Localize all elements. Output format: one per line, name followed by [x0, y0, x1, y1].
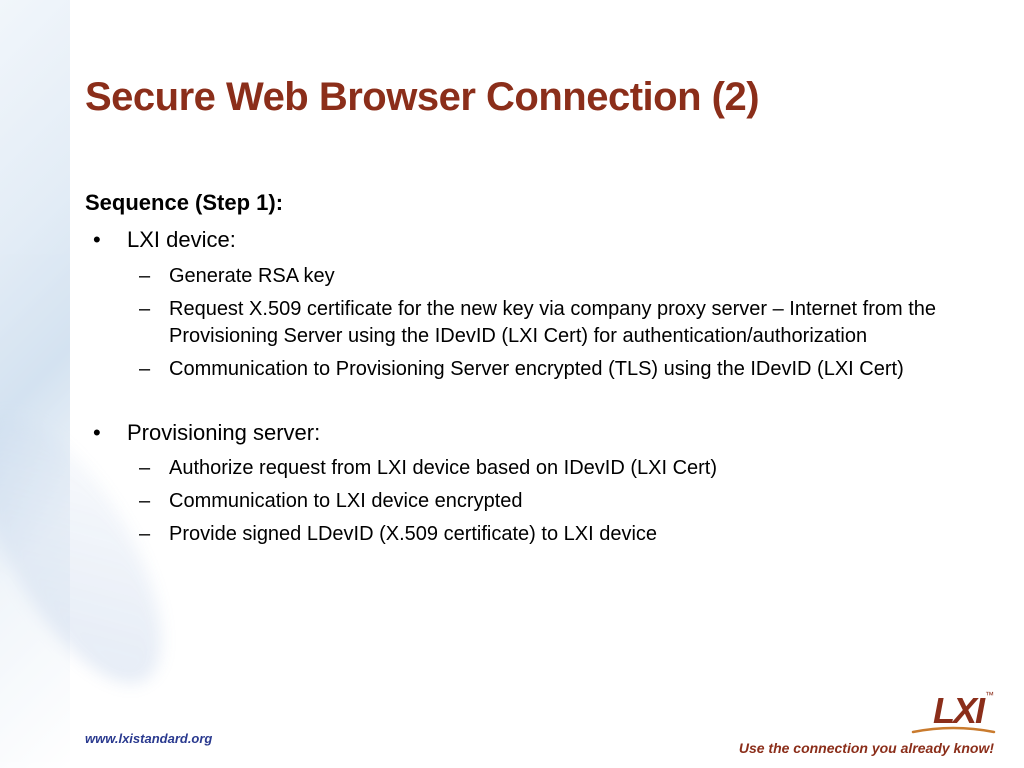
- bullet-list-level2: Generate RSA key Request X.509 certifica…: [127, 263, 984, 383]
- list-item: Communication to Provisioning Server enc…: [127, 356, 984, 383]
- logo-swoosh-icon: [911, 726, 996, 736]
- sequence-heading: Sequence (Step 1):: [85, 190, 984, 216]
- bullet-list-level1: LXI device: Generate RSA key Request X.5…: [85, 226, 984, 383]
- list-item-text: LXI device:: [127, 227, 236, 252]
- slide-left-decoration: [0, 0, 70, 768]
- bullet-list-level2: Authorize request from LXI device based …: [127, 455, 984, 548]
- list-item: Authorize request from LXI device based …: [127, 455, 984, 482]
- spacer: [85, 391, 984, 419]
- list-item: Generate RSA key: [127, 263, 984, 290]
- list-item: Communication to LXI device encrypted: [127, 488, 984, 515]
- slide-content: Secure Web Browser Connection (2) Sequen…: [85, 75, 984, 556]
- list-item: Request X.509 certificate for the new ke…: [127, 296, 984, 350]
- logo-trademark: ™: [985, 690, 994, 700]
- list-item: Provisioning server: Authorize request f…: [85, 419, 984, 549]
- list-item: LXI device: Generate RSA key Request X.5…: [85, 226, 984, 383]
- slide-title: Secure Web Browser Connection (2): [85, 75, 984, 120]
- list-item-text: Provisioning server:: [127, 420, 320, 445]
- footer-tagline: Use the connection you already know!: [739, 740, 994, 756]
- footer-url: www.lxistandard.org: [85, 731, 212, 746]
- bullet-list-level1: Provisioning server: Authorize request f…: [85, 419, 984, 549]
- list-item: Provide signed LDevID (X.509 certificate…: [127, 521, 984, 548]
